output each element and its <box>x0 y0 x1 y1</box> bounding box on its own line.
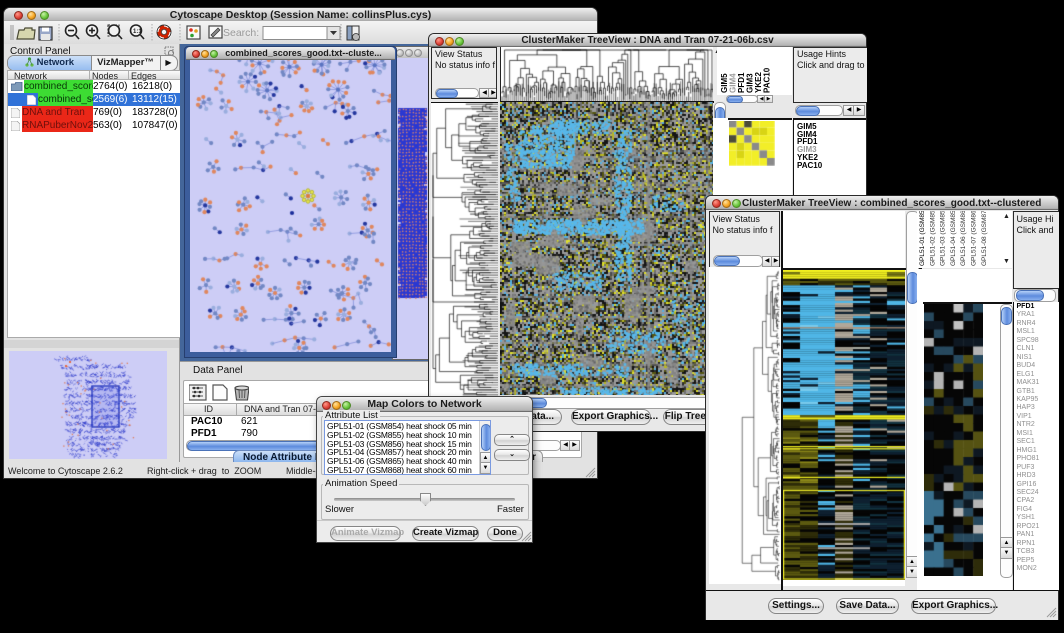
svg-text:GPL51-08 (GSM872): GPL51-08 (GSM872) <box>981 211 988 266</box>
svg-text:Search:: Search: <box>223 27 259 39</box>
svg-text:1:1: 1:1 <box>133 29 142 35</box>
svg-text:GPL51-02 (GSM855): GPL51-02 (GSM855) <box>929 211 936 266</box>
svg-text:PAC10: PAC10 <box>763 67 772 93</box>
svg-text:GPL51-04 (GSM857): GPL51-04 (GSM857) <box>950 211 957 266</box>
svg-text:GPL51-06 (GSM865): GPL51-06 (GSM865) <box>960 211 967 266</box>
svg-text:GPL51-01 (GSM854): GPL51-01 (GSM854) <box>919 211 926 266</box>
svg-text:GPL51-07 (GSM868): GPL51-07 (GSM868) <box>971 211 978 266</box>
svg-text:GPL51-03 (GSM856): GPL51-03 (GSM856) <box>940 211 947 266</box>
